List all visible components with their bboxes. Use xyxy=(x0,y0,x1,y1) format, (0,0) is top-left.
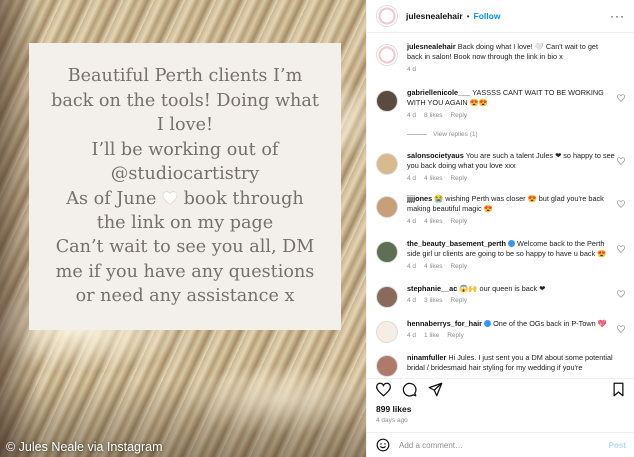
avatar[interactable] xyxy=(376,286,398,308)
avatar[interactable] xyxy=(376,321,398,343)
emoji-icon[interactable] xyxy=(376,438,390,452)
comment-likes[interactable]: 4 likes xyxy=(424,218,442,225)
avatar[interactable] xyxy=(376,5,398,27)
comment-likes[interactable]: 4 likes xyxy=(424,263,442,270)
comment-icon[interactable] xyxy=(402,382,417,397)
follow-button[interactable]: Follow xyxy=(474,11,501,21)
comment-likes[interactable]: 3 likes xyxy=(424,297,442,304)
header-username[interactable]: julesnealehair xyxy=(406,11,463,21)
comment-likes[interactable]: 8 likes xyxy=(424,112,442,119)
comment-username[interactable]: salonsocietyaus xyxy=(407,151,464,160)
comment-username[interactable]: jjjjones xyxy=(407,194,432,203)
add-comment-bar: Post xyxy=(367,432,634,457)
avatar[interactable] xyxy=(376,196,398,218)
post-header: julesnealehair • Follow ··· xyxy=(367,0,634,33)
avatar[interactable] xyxy=(376,355,398,377)
comment-text: One of the OGs back in P-Town 💖 xyxy=(493,319,607,328)
avatar[interactable] xyxy=(376,44,398,66)
list-item: gabriellenicole___ YASSSS CANT WAIT TO B… xyxy=(367,88,634,119)
comments-list[interactable]: julesnealehair Back doing what I love! 🤍… xyxy=(367,34,634,378)
avatar[interactable] xyxy=(376,153,398,175)
avatar[interactable] xyxy=(376,241,398,263)
post-actions xyxy=(367,378,634,400)
reply-button[interactable]: Reply xyxy=(450,297,467,304)
view-replies-link[interactable]: View replies (1) xyxy=(407,131,478,138)
post-side-panel: julesnealehair • Follow ··· julesnealeha… xyxy=(366,0,634,457)
list-item: salonsocietyaus You are such a talent Ju… xyxy=(367,151,634,182)
comment-time: 4 d xyxy=(407,297,417,305)
story-text: Beautiful Perth clients I’m back on the … xyxy=(51,66,319,307)
comment-time: 4 d xyxy=(407,65,417,73)
likes-count[interactable]: 899 likes xyxy=(376,404,411,414)
posted-time: 4 days ago xyxy=(376,417,408,424)
comment-likes[interactable]: 1 like xyxy=(424,332,439,339)
reply-button[interactable]: Reply xyxy=(450,112,467,119)
share-icon[interactable] xyxy=(428,382,443,397)
caption: julesnealehair Back doing what I love! 🤍… xyxy=(367,42,634,73)
like-heart-icon[interactable] xyxy=(617,200,625,208)
list-item: stephanie__ac 😱🙌 our queen is back ❤ 4 d… xyxy=(367,284,634,308)
post-image: Beautiful Perth clients I’m back on the … xyxy=(0,0,366,457)
heart-icon[interactable] xyxy=(376,382,391,397)
list-item: jjjjones 😭 wishing Perth was closer 😍 bu… xyxy=(367,194,634,225)
photo-credit: © Jules Neale via Instagram xyxy=(6,440,163,454)
reply-button[interactable]: Reply xyxy=(447,332,464,339)
comment-input[interactable] xyxy=(399,440,609,450)
avatar[interactable] xyxy=(376,90,398,112)
reply-button[interactable]: Reply xyxy=(450,263,467,270)
comment-username[interactable]: the_beauty_basement_perth xyxy=(407,239,506,248)
comment-username[interactable]: gabriellenicole___ xyxy=(407,88,470,97)
comment-username[interactable]: julesnealehair xyxy=(407,42,456,51)
list-item: the_beauty_basement_perth Welcome back t… xyxy=(367,239,634,270)
separator-dot: • xyxy=(466,11,470,21)
white-heart-icon xyxy=(162,190,178,205)
more-options-icon[interactable]: ··· xyxy=(610,9,625,23)
comment-text: 😭 wishing Perth was closer 😍 but glad yo… xyxy=(407,194,604,214)
verified-badge-icon xyxy=(507,240,515,247)
list-item: hennaberrys_for_hair One of the OGs back… xyxy=(367,319,634,343)
like-heart-icon[interactable] xyxy=(617,157,625,165)
comment-username[interactable]: hennaberrys_for_hair xyxy=(407,319,482,328)
story-text-card: Beautiful Perth clients I’m back on the … xyxy=(29,43,341,330)
comment-time: 4 d xyxy=(407,174,417,182)
like-heart-icon[interactable] xyxy=(617,325,625,333)
like-heart-icon[interactable] xyxy=(617,245,625,253)
comment-time: 4 d xyxy=(407,111,417,119)
comment-text: 😱🙌 our queen is back ❤ xyxy=(459,284,546,293)
comment-username[interactable]: stephanie__ac xyxy=(407,284,457,293)
comment-time: 4 d xyxy=(407,217,417,225)
list-item: ninamfuller Hi Jules. I just sent you a … xyxy=(367,353,634,377)
comment-likes[interactable]: 4 likes xyxy=(424,175,442,182)
reply-button[interactable]: Reply xyxy=(450,218,467,225)
like-heart-icon[interactable] xyxy=(617,290,625,298)
comment-time: 4 d xyxy=(407,332,417,340)
comment-username[interactable]: ninamfuller xyxy=(407,353,446,362)
bookmark-icon[interactable] xyxy=(611,382,626,397)
comment-time: 4 d xyxy=(407,262,417,270)
verified-badge-icon xyxy=(484,320,492,327)
post-button[interactable]: Post xyxy=(609,441,626,450)
like-heart-icon[interactable] xyxy=(617,94,625,102)
reply-button[interactable]: Reply xyxy=(450,175,467,182)
